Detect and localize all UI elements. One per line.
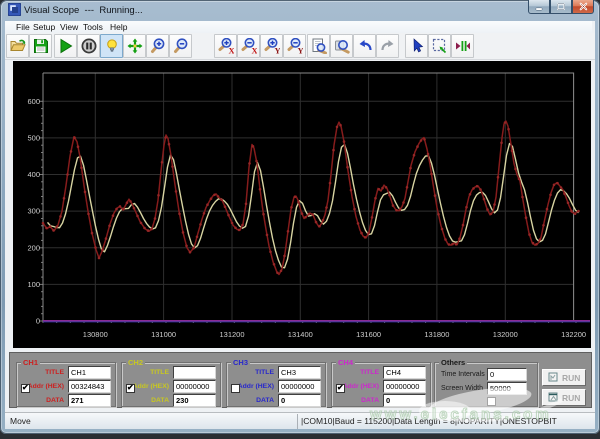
svg-text:300: 300 (27, 207, 40, 216)
svg-text:Y: Y (298, 46, 304, 55)
svg-text:132000: 132000 (493, 330, 518, 339)
svg-text:500: 500 (27, 133, 40, 142)
svg-text:0: 0 (36, 317, 40, 326)
svg-text:200: 200 (27, 243, 40, 252)
svg-text:X: X (252, 46, 258, 55)
svg-text:131400: 131400 (288, 330, 313, 339)
svg-text:131200: 131200 (219, 330, 244, 339)
svg-text:131600: 131600 (356, 330, 381, 339)
svg-text:400: 400 (27, 170, 40, 179)
svg-text:132200: 132200 (561, 330, 586, 339)
svg-text:131800: 131800 (424, 330, 449, 339)
svg-text:X: X (229, 46, 235, 55)
svg-text:Y: Y (275, 46, 281, 55)
svg-text:600: 600 (27, 97, 40, 106)
svg-text:130800: 130800 (83, 330, 108, 339)
svg-text:100: 100 (27, 280, 40, 289)
svg-text:131000: 131000 (151, 330, 176, 339)
